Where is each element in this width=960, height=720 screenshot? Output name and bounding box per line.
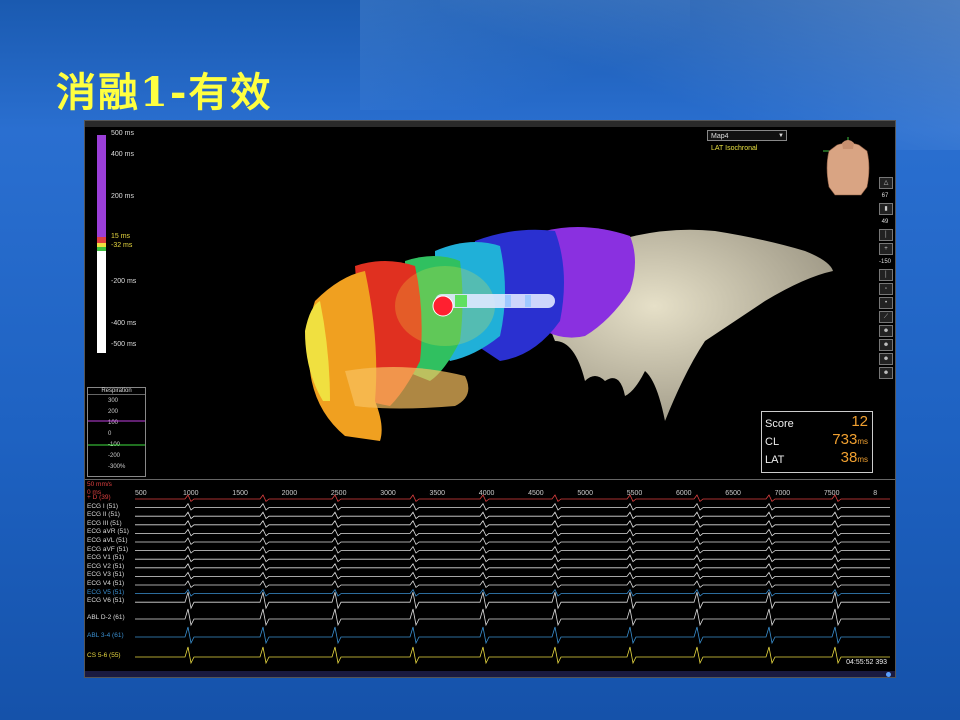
opacity-value: 49 (881, 219, 889, 225)
point-icon[interactable]: • (879, 297, 893, 309)
cl-unit: ms (857, 437, 868, 446)
score-value: 12 (851, 413, 868, 430)
ecg-trace (135, 545, 890, 554)
ecg-trace (135, 626, 890, 645)
lat-unit: ms (857, 455, 868, 464)
ecg-trace (135, 511, 890, 520)
lat-value-group: 38ms (841, 449, 868, 466)
mapping-system-screen: 500 ms 400 ms 200 ms 15 ms -32 ms -200 m… (84, 120, 896, 678)
ecg-trace (135, 592, 890, 610)
resp-value: 200 (108, 409, 119, 415)
zoom-value: 67 (881, 193, 889, 199)
ecg-scrollbar[interactable] (85, 671, 895, 677)
view-left-icon[interactable]: ☻ (879, 339, 893, 351)
ecg-trace (135, 608, 890, 627)
ecg-trace (135, 554, 890, 563)
map-select-value: Map4 (711, 133, 729, 140)
ecg-trace (135, 494, 890, 503)
scale-label-min: -500 ms (111, 341, 137, 348)
zoom-icon[interactable]: △ (879, 177, 893, 189)
add-icon[interactable]: + (879, 243, 893, 255)
slider-icon[interactable]: ▮ (879, 203, 893, 215)
map-select[interactable]: Map4 ▼ (707, 130, 787, 141)
scale-label-15: 15 ms (111, 233, 131, 240)
catheter-tip-icon (432, 295, 454, 317)
lat-color-scale[interactable] (97, 135, 106, 353)
scale-purple-segment (97, 135, 106, 237)
ecg-trace (135, 588, 890, 597)
view-front-icon[interactable]: ☻ (879, 325, 893, 337)
respiration-panel: Respiration 300 200 100 0 -100 -200 -300… (87, 387, 146, 477)
view-back-icon[interactable]: ☻ (879, 367, 893, 379)
window-top-bar (85, 121, 895, 127)
lat-value: 38 (840, 449, 858, 466)
ecg-trace (135, 520, 890, 528)
scale-label-minus200: -200 ms (111, 278, 137, 285)
cl-value: 733 (832, 431, 858, 448)
cl-value-group: 733ms (832, 431, 868, 448)
catheter-ring-3 (525, 295, 531, 307)
lat-label: LAT (765, 454, 785, 466)
scale-label-minus32: -32 ms (111, 242, 133, 249)
scale-label-200: 200 ms (111, 193, 134, 200)
background-decoration-2 (360, 0, 690, 110)
scroll-thumb[interactable] (886, 672, 891, 677)
score-label: Score (765, 418, 794, 430)
map-type-label: LAT Isochronal (711, 145, 758, 152)
ecg-traces (135, 494, 890, 665)
scale-label-minus400: -400 ms (111, 320, 137, 327)
scale-green-segment (97, 247, 106, 251)
ecg-trace (135, 646, 890, 665)
scale-white-segment (97, 251, 106, 353)
ecg-trace (135, 580, 890, 589)
torso-orientation-icon[interactable] (815, 137, 881, 199)
ecg-trace (135, 571, 890, 580)
slider-handle-icon[interactable]: │ (879, 269, 893, 281)
score-panel: Score 12 CL 733ms LAT 38ms (761, 411, 873, 473)
ecg-trace (135, 502, 890, 511)
slider-handle-icon[interactable]: │ (879, 229, 893, 241)
map-light-region (345, 367, 469, 409)
view-right-icon[interactable]: ☻ (879, 353, 893, 365)
respiration-title: Respiration (88, 388, 145, 395)
view-tool-strip: △ 67 ▮ 49 │ + -150 │ ▫ • ⟋ ☻ ☻ ☻ ☻ (879, 177, 893, 381)
slide-title: 消融1-有效 (56, 69, 273, 116)
ecg-trace (135, 563, 890, 571)
scale-label-400: 400 ms (111, 151, 134, 158)
ecg-trace (135, 537, 890, 546)
ecg-panel[interactable]: 50 mm/s 0 ms 500 1000 1500 2000 2500 3000 350… (85, 479, 895, 677)
cl-label: CL (765, 436, 780, 448)
ecg-clock: 04:55:52 393 (846, 659, 887, 666)
resp-value: 300 (108, 398, 119, 404)
chevron-down-icon: ▼ (778, 133, 784, 139)
catheter-ring-2 (505, 295, 511, 307)
threshold-value: -150 (879, 259, 892, 265)
scale-yellow-segment (97, 243, 106, 247)
catheter-ring-1 (455, 295, 467, 307)
respiration-trace (88, 420, 145, 446)
ecg-trace (135, 528, 890, 537)
resp-value: -300% (108, 464, 126, 470)
scale-label-max: 500 ms (111, 130, 134, 137)
lock-icon[interactable]: ▫ (879, 283, 893, 295)
catheter-icon[interactable]: ⟋ (879, 311, 893, 323)
scale-red-segment (97, 237, 106, 243)
